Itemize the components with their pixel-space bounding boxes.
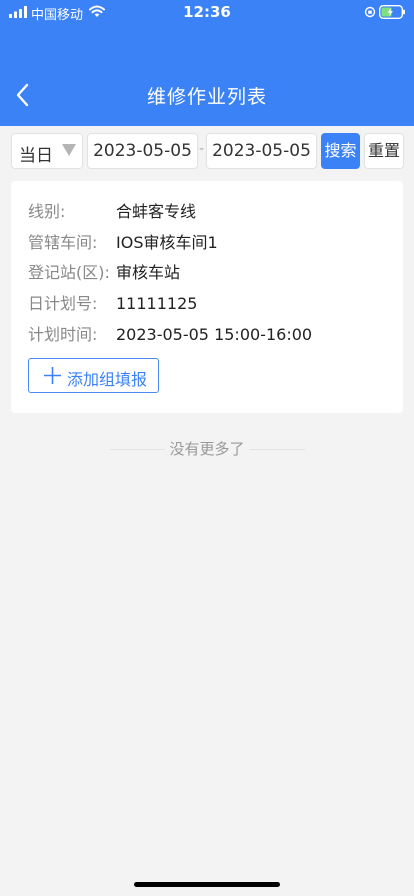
field-label: 线别: [28,202,66,221]
day-range-select[interactable]: 当日 [11,133,83,169]
status-bar: 中国移动 12:36 [0,0,414,26]
field-value: IOS审核车间1 [116,233,218,252]
field-value: 2023-05-05 15:00-16:00 [116,325,313,344]
date-separator: - [199,141,205,157]
start-date-field[interactable]: 2023-05-05 [87,133,198,169]
end-date-field[interactable]: 2023-05-05 [206,133,317,169]
day-range-value: 当日 [19,146,53,166]
field-label: 登记站(区): [28,263,110,282]
work-item-card: 线别: 合蚌客专线 管辖车间: IOS审核车间1 登记站(区): 审核车站 日计… [11,181,403,413]
field-label: 日计划号: [28,294,98,313]
caret-down-icon [62,144,76,156]
page-title: 维修作业列表 [146,86,267,108]
no-more-divider: 没有更多了 [0,438,414,460]
start-date-value: 2023-05-05 [93,141,192,161]
field-label: 管辖车间: [28,233,98,252]
add-group-report-button[interactable]: 添加组填报 [28,358,159,393]
divider-line [250,449,305,450]
app-header: 中国移动 12:36 维修作业列表 [0,0,414,126]
search-button[interactable]: 搜索 [321,133,360,169]
field-value: 合蚌客专线 [116,202,197,221]
end-date-value: 2023-05-05 [212,141,311,161]
field-label: 计划时间: [28,325,98,344]
reset-button[interactable]: 重置 [364,133,404,169]
plus-icon [44,367,61,384]
add-group-report-label: 添加组填报 [67,370,148,389]
status-time: 12:36 [183,3,231,21]
field-value: 11111125 [116,294,198,313]
home-indicator[interactable] [134,882,280,887]
orientation-lock-icon [364,6,376,18]
no-more-text: 没有更多了 [169,440,245,458]
field-value: 审核车站 [116,263,181,282]
battery-icon [379,5,405,19]
